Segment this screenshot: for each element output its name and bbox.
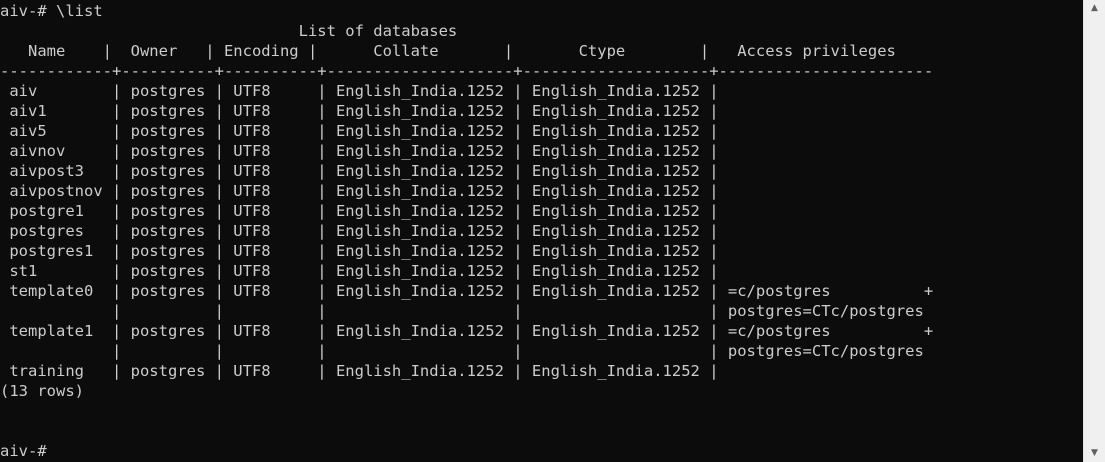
table-row: aiv5 | postgres | UTF8 | English_India.1… (0, 122, 719, 140)
console-window: aiv-# \list List of databases Name | Own… (0, 0, 1105, 462)
terminal-output[interactable]: aiv-# \list List of databases Name | Own… (0, 0, 1082, 462)
table-row: aivpost3 | postgres | UTF8 | English_Ind… (0, 162, 719, 180)
table-row: postgre1 | postgres | UTF8 | English_Ind… (0, 202, 719, 220)
scroll-down-arrow-icon[interactable]: ▼ (1084, 445, 1105, 462)
row-count: (13 rows) (0, 382, 84, 400)
table-row: postgres | postgres | UTF8 | English_Ind… (0, 222, 719, 240)
table-row: st1 | postgres | UTF8 | English_India.12… (0, 262, 719, 280)
table-row-continuation: | | | | | postgres=CTc/postgres (0, 302, 924, 320)
prompt-input[interactable]: aiv-# (0, 441, 47, 461)
table-row-continuation: | | | | | postgres=CTc/postgres (0, 342, 924, 360)
table-header: Name | Owner | Encoding | Collate | Ctyp… (0, 42, 896, 60)
table-row: aiv | postgres | UTF8 | English_India.12… (0, 82, 719, 100)
table-row: aivpostnov | postgres | UTF8 | English_I… (0, 182, 719, 200)
prompt-list-command: aiv-# \list (0, 2, 103, 20)
vertical-scrollbar[interactable]: ▲ ▼ (1083, 0, 1105, 462)
table-row: template0 | postgres | UTF8 | English_In… (0, 282, 934, 300)
scroll-up-arrow-icon[interactable]: ▲ (1084, 0, 1105, 17)
table-separator: ------------+----------+----------+-----… (0, 62, 934, 80)
table-row: aivnov | postgres | UTF8 | English_India… (0, 142, 719, 160)
table-row: aiv1 | postgres | UTF8 | English_India.1… (0, 102, 719, 120)
table-row: training | postgres | UTF8 | English_Ind… (0, 362, 719, 380)
table-title: List of databases (0, 22, 458, 40)
table-row: template1 | postgres | UTF8 | English_In… (0, 322, 934, 340)
table-row: postgres1 | postgres | UTF8 | English_In… (0, 242, 719, 260)
